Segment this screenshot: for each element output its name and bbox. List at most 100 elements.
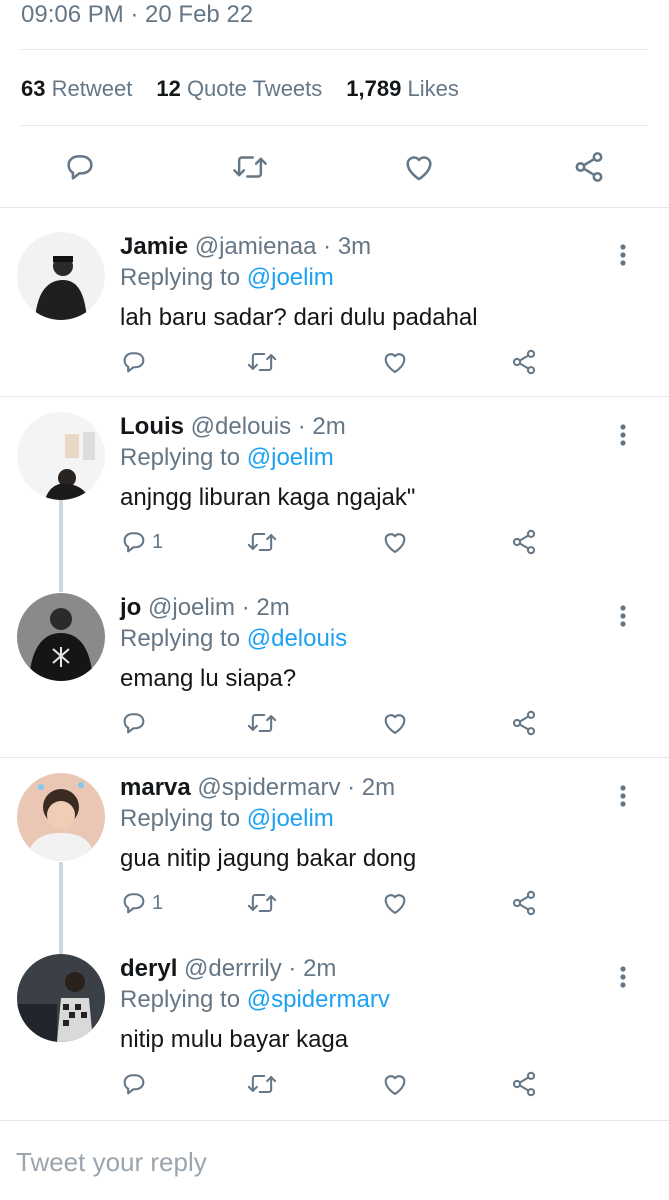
reply-text: lah baru sadar? dari dulu padahal bbox=[120, 304, 478, 331]
reply-icon bbox=[123, 532, 145, 553]
retweet-button[interactable] bbox=[246, 520, 278, 564]
share-icon bbox=[575, 152, 603, 182]
quote-tweets-stat[interactable]: 12 Quote Tweets bbox=[156, 74, 322, 104]
mention-link[interactable]: @joelim bbox=[247, 805, 334, 832]
reply-text: nitip mulu bayar kaga bbox=[120, 1026, 349, 1053]
like-icon bbox=[384, 894, 406, 914]
retweet-icon bbox=[247, 532, 277, 552]
handle-time: @spidermarv · 2m bbox=[197, 774, 396, 801]
display-name[interactable]: Louis bbox=[120, 413, 184, 440]
mention-link[interactable]: @joelim bbox=[247, 264, 334, 291]
replying-to: Replying to @spidermarv bbox=[120, 985, 390, 1015]
display-name[interactable]: Jamie bbox=[120, 233, 188, 260]
likes-stat[interactable]: 1,789 Likes bbox=[346, 74, 459, 104]
quote-tweets-label: Quote Tweets bbox=[186, 76, 323, 101]
share-button[interactable] bbox=[510, 340, 538, 384]
more-icon bbox=[620, 424, 626, 446]
reply-icon bbox=[123, 1074, 145, 1095]
retweet-button[interactable] bbox=[246, 1062, 278, 1106]
reply-tweet[interactable]: Jamie @jamienaa · 3m Replying to @joelim… bbox=[0, 232, 669, 392]
reply-actions bbox=[0, 340, 669, 384]
share-icon bbox=[512, 529, 536, 555]
reply-icon bbox=[123, 713, 145, 734]
retweet-button[interactable] bbox=[230, 147, 270, 187]
retweet-button[interactable] bbox=[246, 881, 278, 925]
avatar[interactable] bbox=[17, 593, 105, 681]
like-button[interactable] bbox=[399, 147, 439, 187]
reply-button[interactable]: 1 bbox=[120, 520, 163, 564]
like-icon bbox=[384, 714, 406, 734]
retweets-stat[interactable]: 63 Retweet bbox=[21, 74, 132, 104]
tweet-stats: 63 Retweet 12 Quote Tweets 1,789 Likes bbox=[21, 74, 483, 104]
replying-prefix: Replying to bbox=[120, 986, 247, 1013]
display-name[interactable]: jo bbox=[120, 594, 141, 621]
tweet-timestamp: 09:06 PM · 20 Feb 22 bbox=[21, 1, 254, 28]
more-button[interactable] bbox=[608, 962, 638, 992]
share-button[interactable] bbox=[510, 881, 538, 925]
more-button[interactable] bbox=[608, 781, 638, 811]
share-button[interactable] bbox=[510, 701, 538, 745]
display-name[interactable]: deryl bbox=[120, 955, 177, 982]
replying-prefix: Replying to bbox=[120, 625, 247, 652]
divider bbox=[21, 49, 648, 50]
mention-link[interactable]: @delouis bbox=[247, 625, 347, 652]
divider bbox=[21, 125, 648, 126]
compose-reply-input[interactable]: Tweet your reply bbox=[16, 1146, 207, 1178]
retweet-button[interactable] bbox=[246, 701, 278, 745]
reply-button[interactable] bbox=[120, 701, 152, 745]
retweet-icon bbox=[247, 352, 277, 372]
reply-text: emang lu siapa? bbox=[120, 665, 297, 692]
reply-tweet[interactable]: marva @spidermarv · 2m Replying to @joel… bbox=[0, 773, 669, 933]
avatar[interactable] bbox=[17, 412, 105, 500]
avatar[interactable] bbox=[17, 773, 105, 861]
reply-tweet[interactable]: Louis @delouis · 2m Replying to @joelim … bbox=[0, 412, 669, 572]
reply-text: gua nitip jagung bakar dong bbox=[120, 845, 417, 872]
reply-button[interactable]: 1 bbox=[120, 881, 163, 925]
reply-button[interactable] bbox=[120, 340, 152, 384]
like-button[interactable] bbox=[380, 520, 410, 564]
reply-button[interactable] bbox=[60, 147, 100, 187]
more-button[interactable] bbox=[608, 240, 638, 270]
mention-link[interactable]: @joelim bbox=[247, 444, 334, 471]
replying-to: Replying to @joelim bbox=[120, 263, 334, 293]
retweet-icon bbox=[247, 893, 277, 913]
reply-icon bbox=[123, 893, 145, 914]
reply-button[interactable] bbox=[120, 1062, 152, 1106]
reply-header: deryl @derrrily · 2m bbox=[120, 954, 336, 984]
like-icon bbox=[384, 353, 406, 373]
share-button[interactable] bbox=[510, 520, 538, 564]
reply-count: 1 bbox=[152, 891, 164, 914]
share-button[interactable] bbox=[510, 1062, 538, 1106]
share-button[interactable] bbox=[569, 147, 609, 187]
replying-to: Replying to @joelim bbox=[120, 443, 334, 473]
reply-count: 1 bbox=[152, 530, 164, 553]
avatar[interactable] bbox=[17, 954, 105, 1042]
reply-icon bbox=[67, 155, 93, 180]
like-button[interactable] bbox=[380, 881, 410, 925]
divider bbox=[0, 1120, 669, 1121]
more-icon bbox=[620, 966, 626, 988]
like-button[interactable] bbox=[380, 701, 410, 745]
reply-header: Louis @delouis · 2m bbox=[120, 412, 346, 442]
share-icon bbox=[512, 1071, 536, 1097]
like-button[interactable] bbox=[380, 1062, 410, 1106]
replying-to: Replying to @delouis bbox=[120, 624, 347, 654]
share-icon bbox=[512, 710, 536, 736]
reply-tweet[interactable]: deryl @derrrily · 2m Replying to @spider… bbox=[0, 954, 669, 1114]
retweet-button[interactable] bbox=[246, 340, 278, 384]
handle-time: @derrrily · 2m bbox=[184, 955, 337, 982]
handle-time: @jamienaa · 3m bbox=[194, 233, 372, 260]
likes-count: 1,789 bbox=[346, 76, 402, 101]
divider bbox=[0, 396, 669, 397]
tweet-actions bbox=[0, 140, 669, 194]
more-icon bbox=[620, 244, 626, 266]
avatar[interactable] bbox=[17, 232, 105, 320]
display-name[interactable]: marva bbox=[120, 774, 191, 801]
like-icon bbox=[384, 1075, 406, 1095]
mention-link[interactable]: @spidermarv bbox=[247, 986, 390, 1013]
more-button[interactable] bbox=[608, 420, 638, 450]
more-button[interactable] bbox=[608, 601, 638, 631]
like-button[interactable] bbox=[380, 340, 410, 384]
reply-tweet[interactable]: jo @joelim · 2m Replying to @delouis ema… bbox=[0, 593, 669, 753]
reply-actions bbox=[0, 1062, 669, 1106]
